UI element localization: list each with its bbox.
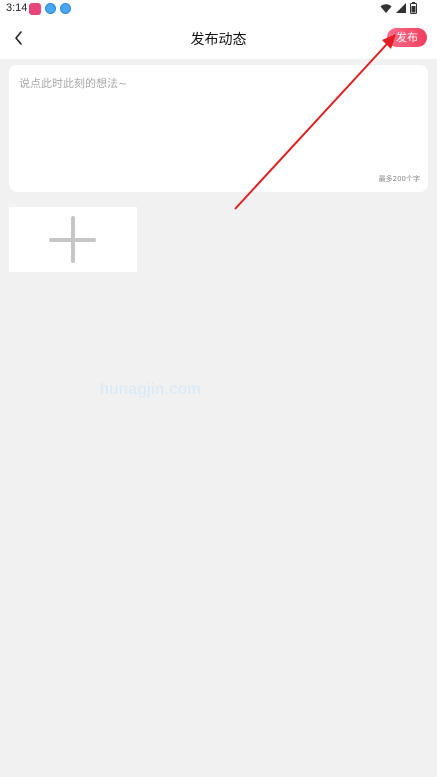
post-text-input[interactable] <box>19 75 417 170</box>
status-time: 3:14 <box>6 2 28 14</box>
blue-circle-icon <box>60 3 71 14</box>
status-bar: 3:14 <box>0 0 437 18</box>
header-bar: 发布动态 发布 <box>0 18 437 59</box>
pink-app-icon <box>29 3 41 15</box>
wifi-icon <box>380 3 392 13</box>
battery-icon <box>410 2 417 14</box>
plus-icon-vertical <box>71 216 75 263</box>
add-media-button[interactable] <box>9 207 137 272</box>
page-title: 发布动态 <box>190 32 247 48</box>
blue-circle-icon <box>45 3 56 14</box>
char-limit-hint: 最多200个字 <box>378 175 420 183</box>
post-composer-card: 最多200个字 <box>9 65 428 192</box>
publish-button[interactable]: 发布 <box>387 28 427 47</box>
watermark: hunagjin.com <box>100 381 202 398</box>
notification-icons <box>29 3 71 15</box>
signal-icon <box>396 3 406 13</box>
system-status-icons <box>380 2 417 14</box>
